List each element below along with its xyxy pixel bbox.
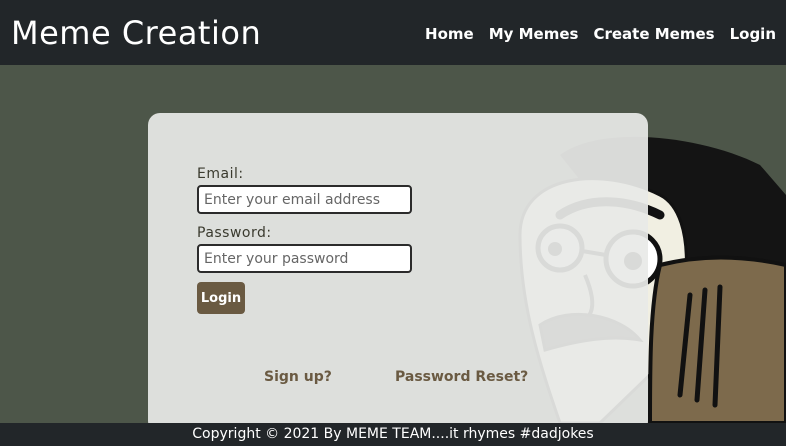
nav-link-home[interactable]: Home bbox=[425, 25, 474, 43]
password-reset-link[interactable]: Password Reset? bbox=[395, 369, 528, 385]
copyright-text: Copyright © 2021 By MEME TEAM....it rhym… bbox=[192, 426, 594, 442]
nav-links: Home My Memes Create Memes Login bbox=[425, 25, 776, 43]
email-field[interactable] bbox=[197, 185, 412, 214]
nav-link-login[interactable]: Login bbox=[730, 25, 776, 43]
login-button[interactable]: Login bbox=[197, 282, 245, 314]
password-field[interactable] bbox=[197, 244, 412, 273]
password-label: Password: bbox=[197, 225, 272, 241]
login-form: Email: Password: Login bbox=[197, 166, 457, 314]
login-card: Email: Password: Login Sign up? Password… bbox=[148, 113, 648, 433]
password-group: Password: bbox=[197, 225, 457, 273]
brand-title[interactable]: Meme Creation bbox=[11, 14, 261, 52]
navbar: Meme Creation Home My Memes Create Memes… bbox=[0, 0, 786, 65]
signup-link[interactable]: Sign up? bbox=[264, 369, 332, 385]
nav-link-create-memes[interactable]: Create Memes bbox=[593, 25, 714, 43]
email-label: Email: bbox=[197, 166, 244, 182]
footer: Copyright © 2021 By MEME TEAM....it rhym… bbox=[0, 423, 786, 446]
nav-link-my-memes[interactable]: My Memes bbox=[489, 25, 579, 43]
email-group: Email: bbox=[197, 166, 457, 214]
